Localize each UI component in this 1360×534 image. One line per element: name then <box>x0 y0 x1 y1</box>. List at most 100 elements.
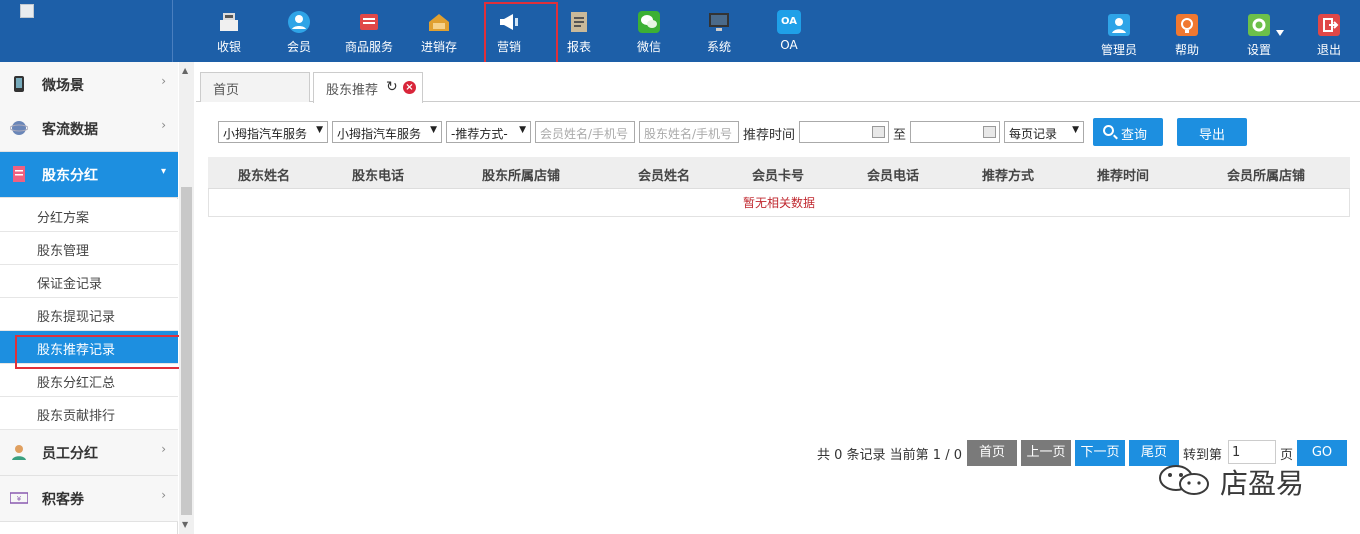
nav-inventory[interactable]: 进销存 <box>404 0 474 62</box>
column-header: 推荐时间 <box>1097 169 1150 184</box>
admin-icon <box>1108 14 1130 36</box>
column-header: 股东姓名 <box>238 169 291 184</box>
store-select-1[interactable]: 小拇指汽车服务 ▼ <box>218 121 328 143</box>
refresh-icon[interactable]: ↻ <box>386 79 398 95</box>
sidebar-item-withdrawal-records[interactable]: 股东提现记录 <box>0 298 178 331</box>
nav-cashier[interactable]: 收银 <box>194 0 264 62</box>
select-value: 小拇指汽车服务 <box>337 127 422 141</box>
caret-down-icon: ▼ <box>519 125 526 135</box>
sidebar-group-micro-scene[interactable]: 微场景 › <box>0 62 178 108</box>
scroll-thumb[interactable] <box>181 187 192 515</box>
nav-label: 收银 <box>216 40 241 54</box>
nav-oa[interactable]: OA OA <box>754 0 824 62</box>
sidebar-group-label: 股东分红 <box>42 168 98 184</box>
sidebar-group-label: 微场景 <box>42 78 84 94</box>
start-date-input[interactable] <box>799 121 889 143</box>
button-label: 导出 <box>1199 128 1226 143</box>
sidebar-group-coupons[interactable]: ¥ 积客券 › <box>0 476 178 522</box>
tab-label: 股东推荐 <box>326 83 379 98</box>
time-label: 推荐时间 <box>743 128 796 143</box>
export-button[interactable]: 导出 <box>1177 118 1247 146</box>
table-header: 股东姓名 股东电话 股东所属店铺 会员姓名 会员卡号 会员电话 推荐方式 推荐时… <box>208 157 1350 189</box>
table-empty-row: 暂无相关数据 <box>208 189 1350 217</box>
staff-icon <box>12 445 26 460</box>
wechat-icon <box>638 11 660 33</box>
nav-label: 帮助 <box>1174 43 1199 57</box>
chevron-down-icon: ▾ <box>160 166 166 177</box>
sidebar-item-contribution-ranking[interactable]: 股东贡献排行 <box>0 397 178 430</box>
next-page-button[interactable]: 下一页 <box>1075 440 1125 466</box>
nav-wechat[interactable]: 微信 <box>614 0 684 62</box>
sidebar-group-label: 客流数据 <box>42 122 98 138</box>
nav-admin[interactable]: 管理员 <box>1084 0 1154 62</box>
sidebar-item-shareholder-management[interactable]: 股东管理 <box>0 232 178 265</box>
member-icon <box>288 11 310 33</box>
caret-down-icon: ▼ <box>430 125 437 135</box>
select-value: 小拇指汽车服务 <box>223 127 308 141</box>
chevron-right-icon: › <box>161 118 166 132</box>
sidebar-scrollbar[interactable]: ▲ ▼ <box>179 62 194 534</box>
planet-icon <box>10 121 28 135</box>
sidebar-item-dividend-plan[interactable]: 分红方案 <box>0 199 178 232</box>
nav-label: 微信 <box>636 40 661 54</box>
oa-icon: OA <box>777 10 801 34</box>
calendar-icon[interactable] <box>983 126 996 138</box>
nav-system[interactable]: 系统 <box>684 0 754 62</box>
method-select[interactable]: -推荐方式- ▼ <box>446 121 531 143</box>
button-label: 查询 <box>1121 128 1148 143</box>
settings-dropdown-caret[interactable] <box>1276 30 1284 36</box>
caret-down-icon: ▼ <box>316 125 323 135</box>
chevron-right-icon: › <box>161 74 166 88</box>
svg-text:¥: ¥ <box>17 495 22 503</box>
end-date-input[interactable] <box>910 121 1000 143</box>
nav-help[interactable]: 帮助 <box>1152 0 1222 62</box>
watermark: 店盈易 <box>1156 458 1336 502</box>
sidebar-item-label: 股东贡献排行 <box>37 409 116 424</box>
tab-home[interactable]: 首页 <box>200 72 310 102</box>
close-icon[interactable]: × <box>403 81 416 94</box>
per-page-select[interactable]: 每页记录 ▼ <box>1004 121 1084 143</box>
column-header: 股东所属店铺 <box>482 169 561 184</box>
logo-area <box>0 0 173 62</box>
nav-label: 商品服务 <box>344 40 393 54</box>
chevron-right-icon: › <box>161 488 166 502</box>
store-select-2[interactable]: 小拇指汽车服务 ▼ <box>332 121 442 143</box>
nav-member[interactable]: 会员 <box>264 0 334 62</box>
sidebar-item-label: 股东管理 <box>37 244 90 259</box>
nav-label: 系统 <box>706 40 731 54</box>
first-page-button[interactable]: 首页 <box>967 440 1017 466</box>
scroll-down-icon[interactable]: ▼ <box>182 520 188 529</box>
inventory-icon <box>429 14 449 31</box>
top-navbar: 收银 会员 商品服务 进销存 营销 报表 微信 系统 OA OA 管理员 帮助 <box>0 0 1360 62</box>
prev-page-button[interactable]: 上一页 <box>1021 440 1071 466</box>
calendar-icon[interactable] <box>872 126 885 138</box>
query-button[interactable]: 查询 <box>1093 118 1163 146</box>
tab-label: 首页 <box>213 83 240 98</box>
nav-label: 进销存 <box>420 40 457 54</box>
nav-goods-service[interactable]: 商品服务 <box>334 0 404 62</box>
sidebar: 微场景 › 客流数据 › 股东分红 ▾ 分红方案 股东管理 保证金记录 股东提现… <box>0 62 178 534</box>
shareholder-search-input[interactable]: 股东姓名/手机号 <box>639 121 739 143</box>
logout-icon <box>1318 14 1340 36</box>
sidebar-group-traffic-data[interactable]: 客流数据 › <box>0 106 178 152</box>
wechat-logo-icon <box>1159 465 1209 495</box>
logo-image <box>20 4 34 18</box>
column-header: 股东电话 <box>352 169 405 184</box>
document-icon <box>13 166 25 182</box>
tabs-bar: 首页 股东推荐 ↻ × <box>196 62 1360 103</box>
sidebar-group-staff-dividend[interactable]: 员工分红 › <box>0 430 178 476</box>
column-header: 会员卡号 <box>752 169 805 184</box>
nav-label: 设置 <box>1246 43 1271 57</box>
nav-logout[interactable]: 退出 <box>1294 0 1360 62</box>
nav-label: 退出 <box>1316 43 1341 57</box>
settings-icon <box>1248 14 1270 36</box>
sidebar-group-shareholder-dividend[interactable]: 股东分红 ▾ <box>0 152 178 198</box>
goods-icon <box>360 14 378 30</box>
tab-shareholder-referral[interactable]: 股东推荐 ↻ × <box>313 72 423 103</box>
nav-label: OA <box>780 38 798 52</box>
scroll-up-icon[interactable]: ▲ <box>182 66 188 75</box>
sidebar-item-deposit-records[interactable]: 保证金记录 <box>0 265 178 298</box>
select-value: -推荐方式- <box>451 127 508 141</box>
nav-label: 会员 <box>286 40 311 54</box>
member-search-input[interactable]: 会员姓名/手机号 <box>535 121 635 143</box>
